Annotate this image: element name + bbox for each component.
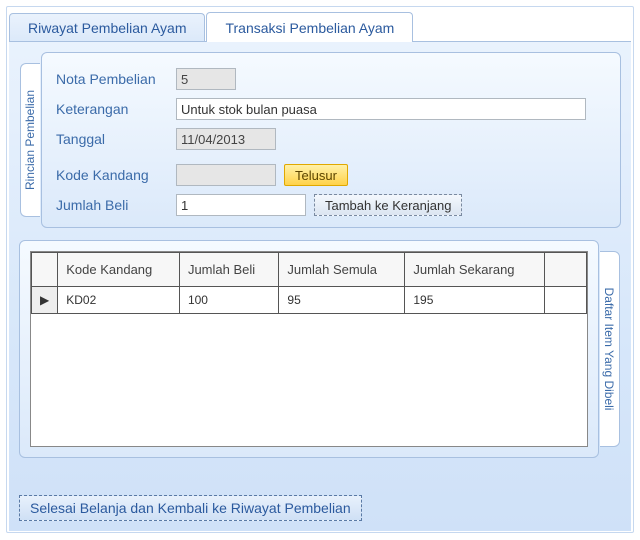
col-jumlah-semula[interactable]: Jumlah Semula	[279, 253, 405, 287]
tab-panel-transaction: Rincian Pembelian Nota Pembelian Keteran…	[9, 41, 631, 531]
label-tanggal: Tanggal	[56, 131, 176, 147]
kode-kandang-field	[176, 164, 276, 186]
col-kode-kandang[interactable]: Kode Kandang	[58, 253, 180, 287]
cart-items-side-label: Daftar Item Yang Dibeli	[600, 251, 620, 447]
cell-kode[interactable]: KD02	[58, 287, 180, 314]
label-nota: Nota Pembelian	[56, 71, 176, 87]
grid-container: Kode Kandang Jumlah Beli Jumlah Semula J…	[30, 251, 588, 447]
bottom-bar: Selesai Belanja dan Kembali ke Riwayat P…	[19, 495, 362, 521]
cell-sekarang[interactable]: 195	[405, 287, 545, 314]
purchase-detail-side-text: Rincian Pembelian	[23, 90, 37, 190]
tanggal-field	[176, 128, 276, 150]
col-jumlah-sekarang[interactable]: Jumlah Sekarang	[405, 253, 545, 287]
app-window: Riwayat Pembelian Ayam Transaksi Pembeli…	[6, 6, 634, 533]
telusur-button[interactable]: Telusur	[284, 164, 348, 186]
row-marker: ▶	[32, 287, 58, 314]
col-jumlah-beli[interactable]: Jumlah Beli	[179, 253, 278, 287]
tambah-keranjang-button[interactable]: Tambah ke Keranjang	[314, 194, 462, 216]
label-kode-kandang: Kode Kandang	[56, 167, 176, 183]
label-jumlah-beli: Jumlah Beli	[56, 197, 176, 213]
cell-spacer	[545, 287, 587, 314]
cell-jml[interactable]: 100	[179, 287, 278, 314]
col-rowheader	[32, 253, 58, 287]
tab-history[interactable]: Riwayat Pembelian Ayam	[9, 13, 205, 42]
cart-items-side-text: Daftar Item Yang Dibeli	[602, 288, 616, 411]
keterangan-field[interactable]	[176, 98, 586, 120]
nota-field	[176, 68, 236, 90]
tab-transaction[interactable]: Transaksi Pembelian Ayam	[206, 12, 413, 42]
tab-strip: Riwayat Pembelian Ayam Transaksi Pembeli…	[9, 9, 633, 41]
cell-semula[interactable]: 95	[279, 287, 405, 314]
cart-items-group: Daftar Item Yang Dibeli Kode Kandang Jum…	[19, 240, 599, 458]
table-row[interactable]: ▶ KD02 100 95 195	[32, 287, 587, 314]
cart-items-table[interactable]: Kode Kandang Jumlah Beli Jumlah Semula J…	[31, 252, 587, 314]
col-spacer	[545, 253, 587, 287]
jumlah-beli-field[interactable]	[176, 194, 306, 216]
finish-button[interactable]: Selesai Belanja dan Kembali ke Riwayat P…	[19, 495, 362, 521]
label-keterangan: Keterangan	[56, 101, 176, 117]
purchase-detail-group: Rincian Pembelian Nota Pembelian Keteran…	[41, 52, 621, 228]
purchase-detail-side-label: Rincian Pembelian	[20, 63, 40, 217]
